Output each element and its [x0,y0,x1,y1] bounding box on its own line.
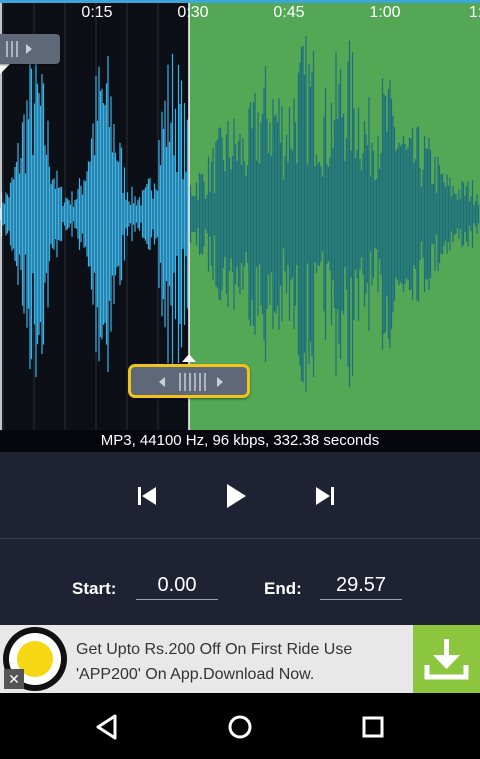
play-icon[interactable] [219,480,251,512]
start-handle-grip-icon [6,41,18,57]
recents-icon[interactable] [357,711,389,743]
end-handle-grip-icon [179,373,206,391]
start-marker-handle[interactable] [0,34,60,64]
timeline-accent-bar [0,0,480,3]
ad-text-line-1: Get Upto Rs.200 Off On First Ride Use [76,641,353,658]
waveform-area[interactable]: 0:15 0:30 0:45 1:00 1:1 [0,0,480,430]
playback-controls [0,452,480,539]
download-icon [424,639,469,680]
start-marker-pointer-icon [0,64,10,74]
start-label: Start: [72,579,117,598]
back-icon[interactable] [91,711,123,743]
tick-label-0-30: 0:30 [177,4,209,21]
end-marker-handle[interactable] [128,364,250,398]
skip-next-icon[interactable] [309,480,341,512]
start-time-input[interactable] [136,571,218,600]
start-handle-right-arrow-icon [26,44,32,54]
tick-label-0-45: 0:45 [273,4,305,21]
ad-text-line-2: 'APP200' On App.Download Now. [76,666,315,683]
tick-label-0-15: 0:15 [81,4,113,21]
home-icon[interactable] [224,711,256,743]
selected-waveform [0,50,189,378]
end-handle-right-arrow-icon [217,377,223,387]
end-time-input[interactable] [320,571,402,600]
ad-banner[interactable]: ✕ Get Upto Rs.200 Off On First Ride Use … [0,625,480,693]
tick-label-1-00: 1:00 [369,4,401,21]
end-handle-left-arrow-icon [159,377,165,387]
ad-text[interactable]: Get Upto Rs.200 Off On First Ride Use 'A… [76,637,406,687]
skip-previous-icon[interactable] [131,480,163,512]
end-label: End: [264,579,302,598]
tick-label-1-15: 1:1 [468,4,480,21]
audio-info-bar: MP3, 44100 Hz, 96 kbps, 332.38 seconds [0,430,480,452]
ad-download-button[interactable] [413,625,480,693]
trim-times-panel: Start: End: [0,539,480,625]
system-nav-bar [0,693,480,759]
ad-close-icon[interactable]: ✕ [4,669,24,689]
